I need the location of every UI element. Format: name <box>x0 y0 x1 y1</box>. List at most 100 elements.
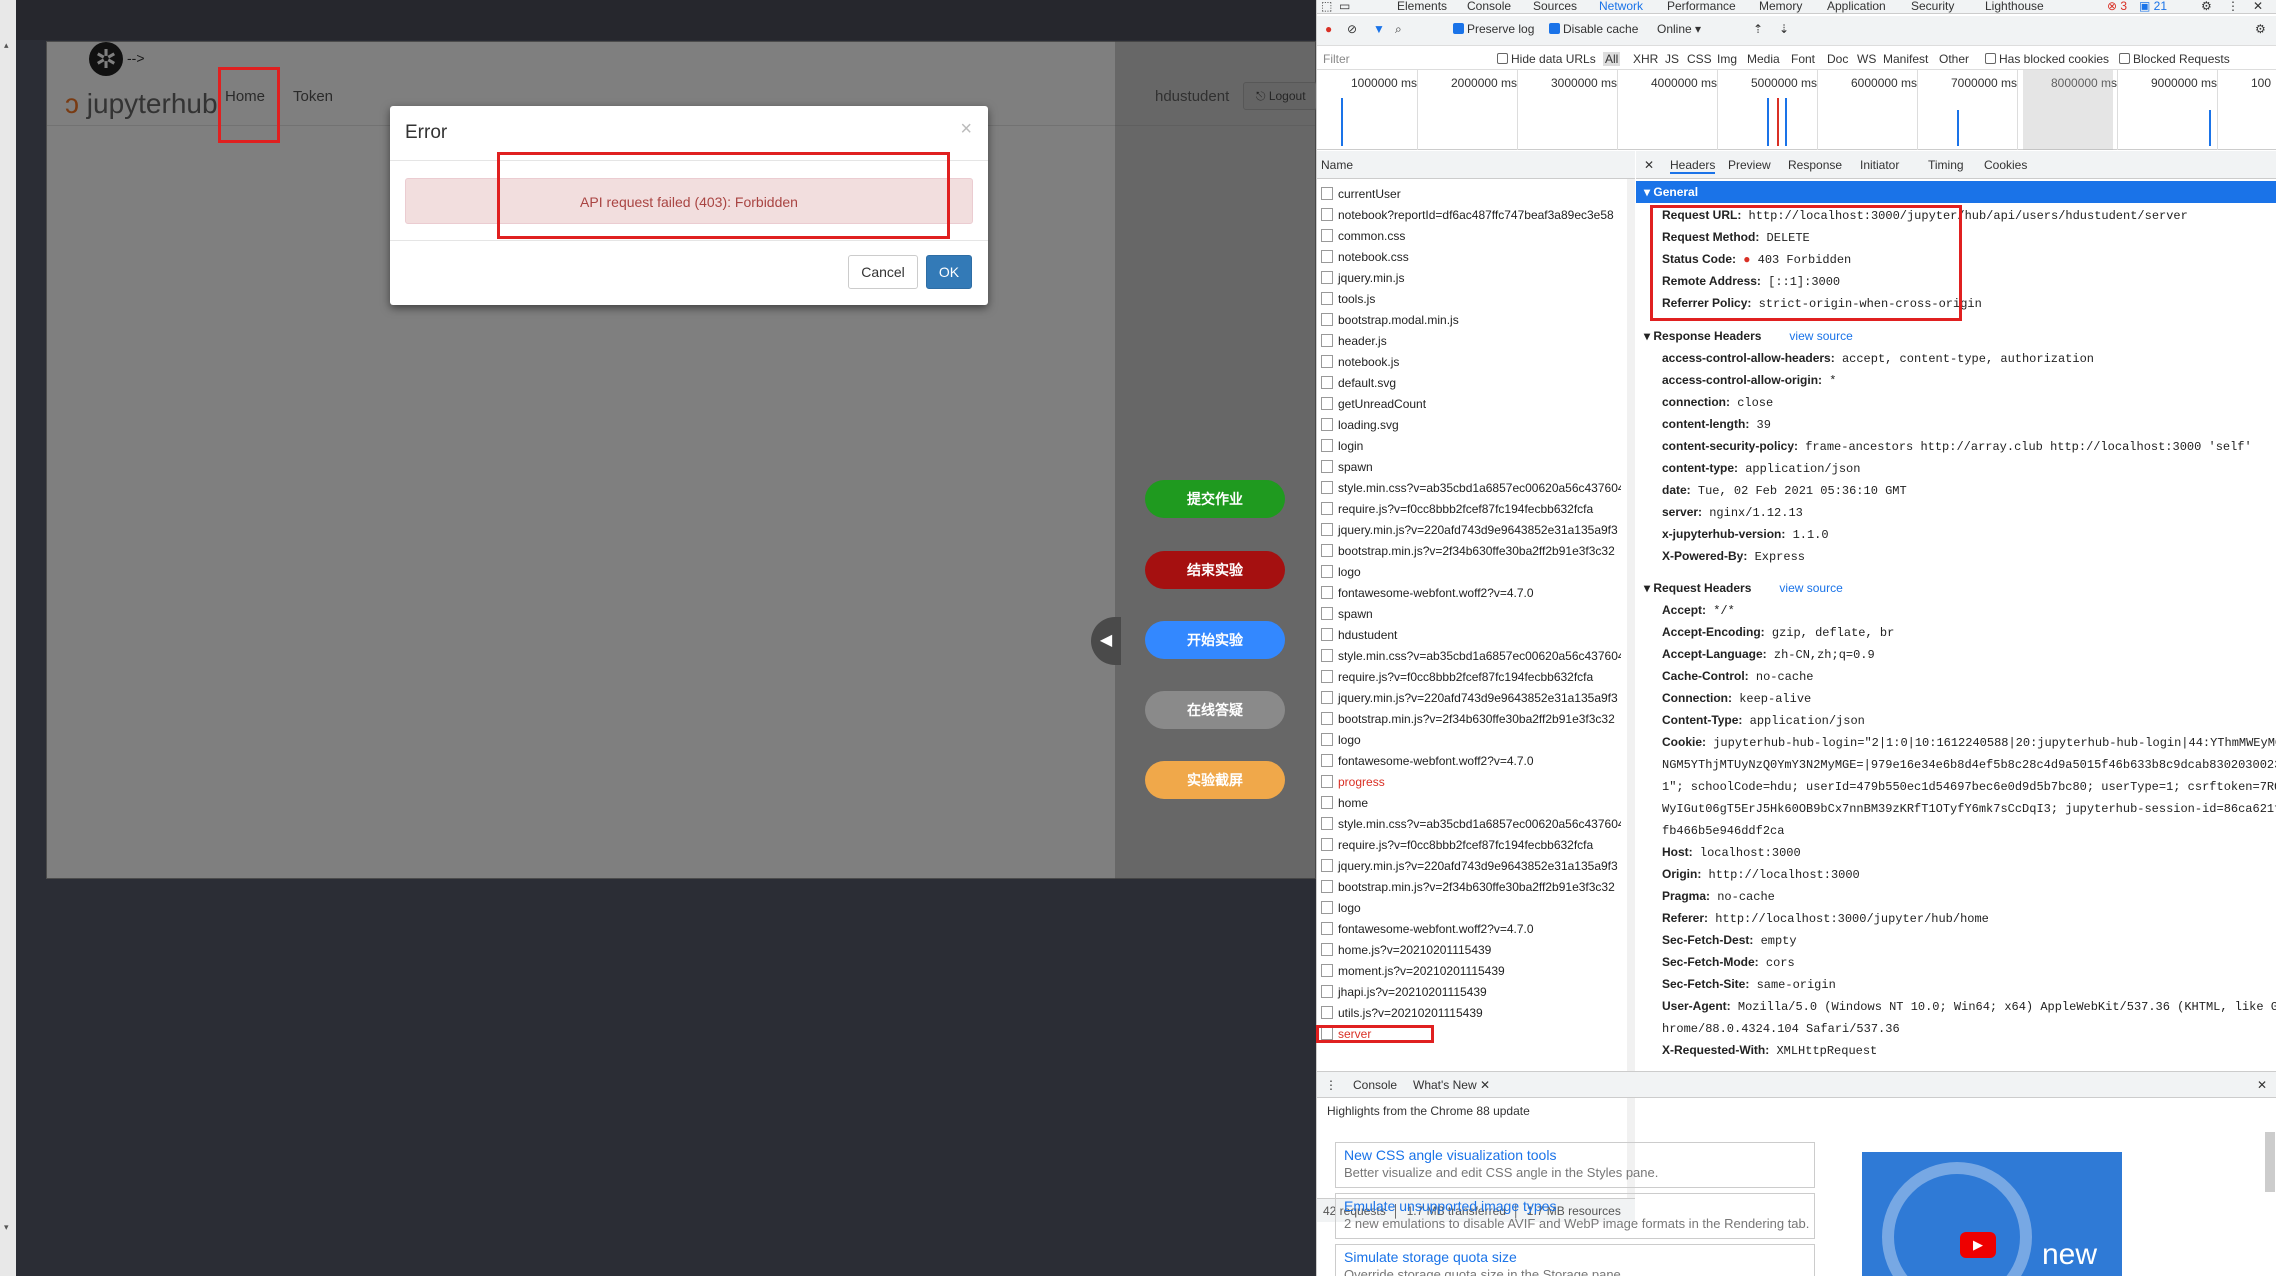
play-icon[interactable]: ▶ <box>1960 1232 1996 1258</box>
left-scrollbar[interactable]: ▴ ▾ <box>0 0 16 1276</box>
inspect-icon[interactable]: ⬚ <box>1321 0 1332 12</box>
tab-console[interactable]: Console <box>1467 0 1511 12</box>
request-row[interactable]: logo <box>1321 562 1621 583</box>
filter-icon[interactable]: ▼ <box>1373 22 1385 36</box>
tab-preview[interactable]: Preview <box>1728 158 1771 172</box>
request-row[interactable]: getUnreadCount <box>1321 394 1621 415</box>
close-details-icon[interactable]: ✕ <box>1644 158 1654 172</box>
end-experiment-button[interactable]: 结束实验 <box>1145 551 1285 589</box>
close-drawer-icon[interactable]: ✕ <box>2257 1078 2267 1092</box>
request-row[interactable]: notebook.js <box>1321 352 1621 373</box>
request-row[interactable]: tools.js <box>1321 289 1621 310</box>
request-row[interactable]: style.min.css?v=ab35cbd1a6857ec00620a56c… <box>1321 646 1621 667</box>
tab-cookies[interactable]: Cookies <box>1984 158 2027 172</box>
tab-sources[interactable]: Sources <box>1533 0 1577 12</box>
request-row[interactable]: notebook.css <box>1321 247 1621 268</box>
promo-video[interactable]: ▶ new <box>1862 1152 2122 1276</box>
error-badge[interactable]: ⊗ 3 <box>2107 0 2127 12</box>
response-headers-header[interactable]: ▾ Response Headers view source <box>1644 329 1853 343</box>
message-badge[interactable]: ▣ 21 <box>2139 0 2167 12</box>
request-row[interactable]: fontawesome-webfont.woff2?v=4.7.0 <box>1321 919 1621 940</box>
drawer-menu-icon[interactable]: ⋮ <box>1325 1078 1337 1092</box>
disable-cache-checkbox[interactable]: Disable cache <box>1549 22 1638 36</box>
tab-response[interactable]: Response <box>1788 158 1842 172</box>
submit-homework-button[interactable]: 提交作业 <box>1145 480 1285 518</box>
request-row[interactable]: spawn <box>1321 457 1621 478</box>
request-row[interactable]: login <box>1321 436 1621 457</box>
type-all[interactable]: All <box>1603 52 1621 66</box>
record-icon[interactable]: ● <box>1325 22 1332 36</box>
network-timeline[interactable]: 1000000 ms 2000000 ms 3000000 ms 4000000… <box>1317 70 2276 150</box>
screenshot-button[interactable]: 实验截屏 <box>1145 761 1285 799</box>
scroll-up-icon[interactable]: ▴ <box>4 40 10 51</box>
type-media[interactable]: Media <box>1747 52 1780 66</box>
request-row[interactable]: utils.js?v=20210201115439 <box>1321 1003 1621 1024</box>
type-img[interactable]: Img <box>1717 52 1737 66</box>
whatsnew-card[interactable]: Emulate unsupported image types 2 new emu… <box>1335 1193 1815 1239</box>
drawer-tab-console[interactable]: Console <box>1353 1078 1397 1092</box>
request-row[interactable]: progress <box>1321 772 1621 793</box>
request-row[interactable]: logo <box>1321 730 1621 751</box>
request-row[interactable]: style.min.css?v=ab35cbd1a6857ec00620a56c… <box>1321 478 1621 499</box>
view-source-link[interactable]: view source <box>1789 329 1852 343</box>
type-doc[interactable]: Doc <box>1827 52 1848 66</box>
tab-headers[interactable]: Headers <box>1670 158 1716 174</box>
type-manifest[interactable]: Manifest <box>1883 52 1928 66</box>
type-font[interactable]: Font <box>1791 52 1815 66</box>
blocked-requests-checkbox[interactable]: Blocked Requests <box>2119 52 2230 66</box>
request-row[interactable]: home.js?v=20210201115439 <box>1321 940 1621 961</box>
search-icon[interactable]: ⌕ <box>1395 22 1402 37</box>
request-row[interactable]: jquery.min.js <box>1321 268 1621 289</box>
type-ws[interactable]: WS <box>1857 52 1876 66</box>
request-list-scrollbar[interactable] <box>1627 179 1635 1198</box>
request-row[interactable]: common.css <box>1321 226 1621 247</box>
hide-data-urls-checkbox[interactable]: Hide data URLs <box>1497 52 1596 66</box>
request-row[interactable]: hdustudent <box>1321 625 1621 646</box>
request-row[interactable]: logo <box>1321 898 1621 919</box>
request-row[interactable]: jquery.min.js?v=220afd743d9e9643852e31a1… <box>1321 688 1621 709</box>
request-row[interactable]: require.js?v=f0cc8bbb2fcef87fc194fecbb63… <box>1321 499 1621 520</box>
export-icon[interactable]: ⇣ <box>1779 22 1789 36</box>
request-row[interactable]: jhapi.js?v=20210201115439 <box>1321 982 1621 1003</box>
close-icon[interactable]: × <box>960 118 972 141</box>
request-row[interactable]: currentUser <box>1321 184 1621 205</box>
network-settings-icon[interactable]: ⚙ <box>2255 22 2266 36</box>
tab-performance[interactable]: Performance <box>1667 0 1736 12</box>
request-headers-header[interactable]: ▾ Request Headers view source <box>1644 581 1843 595</box>
throttle-select[interactable]: Online ▾ <box>1657 22 1701 36</box>
settings-icon[interactable]: ⚙ <box>2201 0 2212 12</box>
request-row[interactable]: require.js?v=f0cc8bbb2fcef87fc194fecbb63… <box>1321 835 1621 856</box>
request-row[interactable]: moment.js?v=20210201115439 <box>1321 961 1621 982</box>
request-row[interactable]: require.js?v=f0cc8bbb2fcef87fc194fecbb63… <box>1321 667 1621 688</box>
request-row[interactable]: fontawesome-webfont.woff2?v=4.7.0 <box>1321 583 1621 604</box>
request-row[interactable]: style.min.css?v=ab35cbd1a6857ec00620a56c… <box>1321 814 1621 835</box>
timeline-selection[interactable] <box>2023 70 2113 150</box>
view-source-link[interactable]: view source <box>1779 581 1842 595</box>
tab-network[interactable]: Network <box>1599 0 1643 12</box>
import-icon[interactable]: ⇡ <box>1753 22 1763 36</box>
whatsnew-card[interactable]: New CSS angle visualization tools Better … <box>1335 1142 1815 1188</box>
preserve-log-checkbox[interactable]: Preserve log <box>1453 22 1534 36</box>
request-row[interactable]: bootstrap.min.js?v=2f34b630ffe30ba2ff2b9… <box>1321 877 1621 898</box>
close-devtools-icon[interactable]: ✕ <box>2253 0 2263 12</box>
type-css[interactable]: CSS <box>1687 52 1712 66</box>
tab-lighthouse[interactable]: Lighthouse <box>1985 0 2044 12</box>
ok-button[interactable]: OK <box>926 255 972 289</box>
tab-security[interactable]: Security <box>1911 0 1954 12</box>
request-row[interactable]: spawn <box>1321 604 1621 625</box>
device-icon[interactable]: ▭ <box>1339 0 1350 12</box>
request-row[interactable]: bootstrap.min.js?v=2f34b630ffe30ba2ff2b9… <box>1321 709 1621 730</box>
general-section-header[interactable]: ▾ General <box>1636 181 2276 203</box>
request-row[interactable]: jquery.min.js?v=220afd743d9e9643852e31a1… <box>1321 856 1621 877</box>
scroll-down-icon[interactable]: ▾ <box>4 1222 10 1233</box>
tab-elements[interactable]: Elements <box>1397 0 1447 12</box>
online-qa-button[interactable]: 在线答疑 <box>1145 691 1285 729</box>
tab-timing[interactable]: Timing <box>1928 158 1964 172</box>
request-row[interactable]: fontawesome-webfont.woff2?v=4.7.0 <box>1321 751 1621 772</box>
tab-initiator[interactable]: Initiator <box>1860 158 1899 172</box>
type-xhr[interactable]: XHR <box>1633 52 1658 66</box>
type-other[interactable]: Other <box>1939 52 1969 66</box>
blocked-cookies-checkbox[interactable]: Has blocked cookies <box>1985 52 2109 66</box>
start-experiment-button[interactable]: 开始实验 <box>1145 621 1285 659</box>
clear-icon[interactable]: ⊘ <box>1347 22 1357 36</box>
